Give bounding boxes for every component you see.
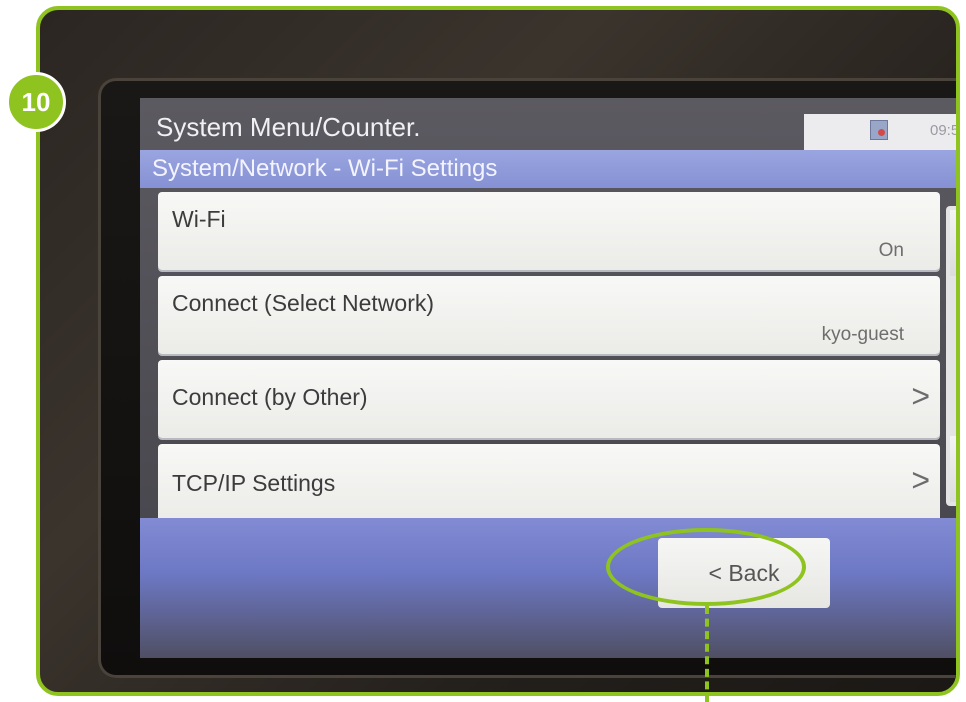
chevron-right-icon: > — [911, 462, 930, 498]
back-button-highlight — [606, 528, 806, 606]
section-header-text: System/Network - Wi-Fi Settings — [152, 155, 498, 182]
setting-label: Connect (Select Network) — [172, 290, 435, 316]
setting-value: kyo-guest — [821, 324, 904, 345]
screen-title: System Menu/Counter. — [156, 112, 421, 142]
photo-frame: System Menu/Counter. 09:5 System/Network… — [36, 6, 960, 696]
bottom-bar — [140, 518, 956, 658]
network-status-icon — [870, 120, 888, 140]
setting-label: Connect (by Other) — [172, 384, 368, 410]
touch-screen: System Menu/Counter. 09:5 System/Network… — [140, 98, 960, 658]
title-bar: System Menu/Counter. 09:5 — [140, 98, 960, 150]
setting-label: TCP/IP Settings — [172, 470, 336, 496]
callout-leader-line — [705, 606, 709, 702]
setting-item-wifi[interactable]: Wi-Fi On — [158, 192, 940, 270]
scroll-control: ︿ 1/ ﹀ — [946, 206, 956, 506]
status-area: 09:5 — [804, 114, 960, 150]
chevron-right-icon: > — [911, 378, 930, 414]
setting-label: Wi-Fi — [172, 206, 226, 232]
section-header: System/Network - Wi-Fi Settings — [140, 150, 956, 188]
scroll-down-button[interactable]: ﹀ — [950, 436, 956, 502]
setting-value: On — [878, 240, 904, 261]
setting-item-connect-by-other[interactable]: Connect (by Other) > — [158, 360, 940, 438]
clock: 09:5 — [930, 122, 960, 139]
setting-item-tcpip-settings[interactable]: TCP/IP Settings > — [158, 444, 940, 522]
scroll-up-button[interactable]: ︿ — [950, 210, 956, 276]
step-badge: 10 — [6, 72, 66, 132]
setting-item-connect-select-network[interactable]: Connect (Select Network) kyo-guest — [158, 276, 940, 354]
